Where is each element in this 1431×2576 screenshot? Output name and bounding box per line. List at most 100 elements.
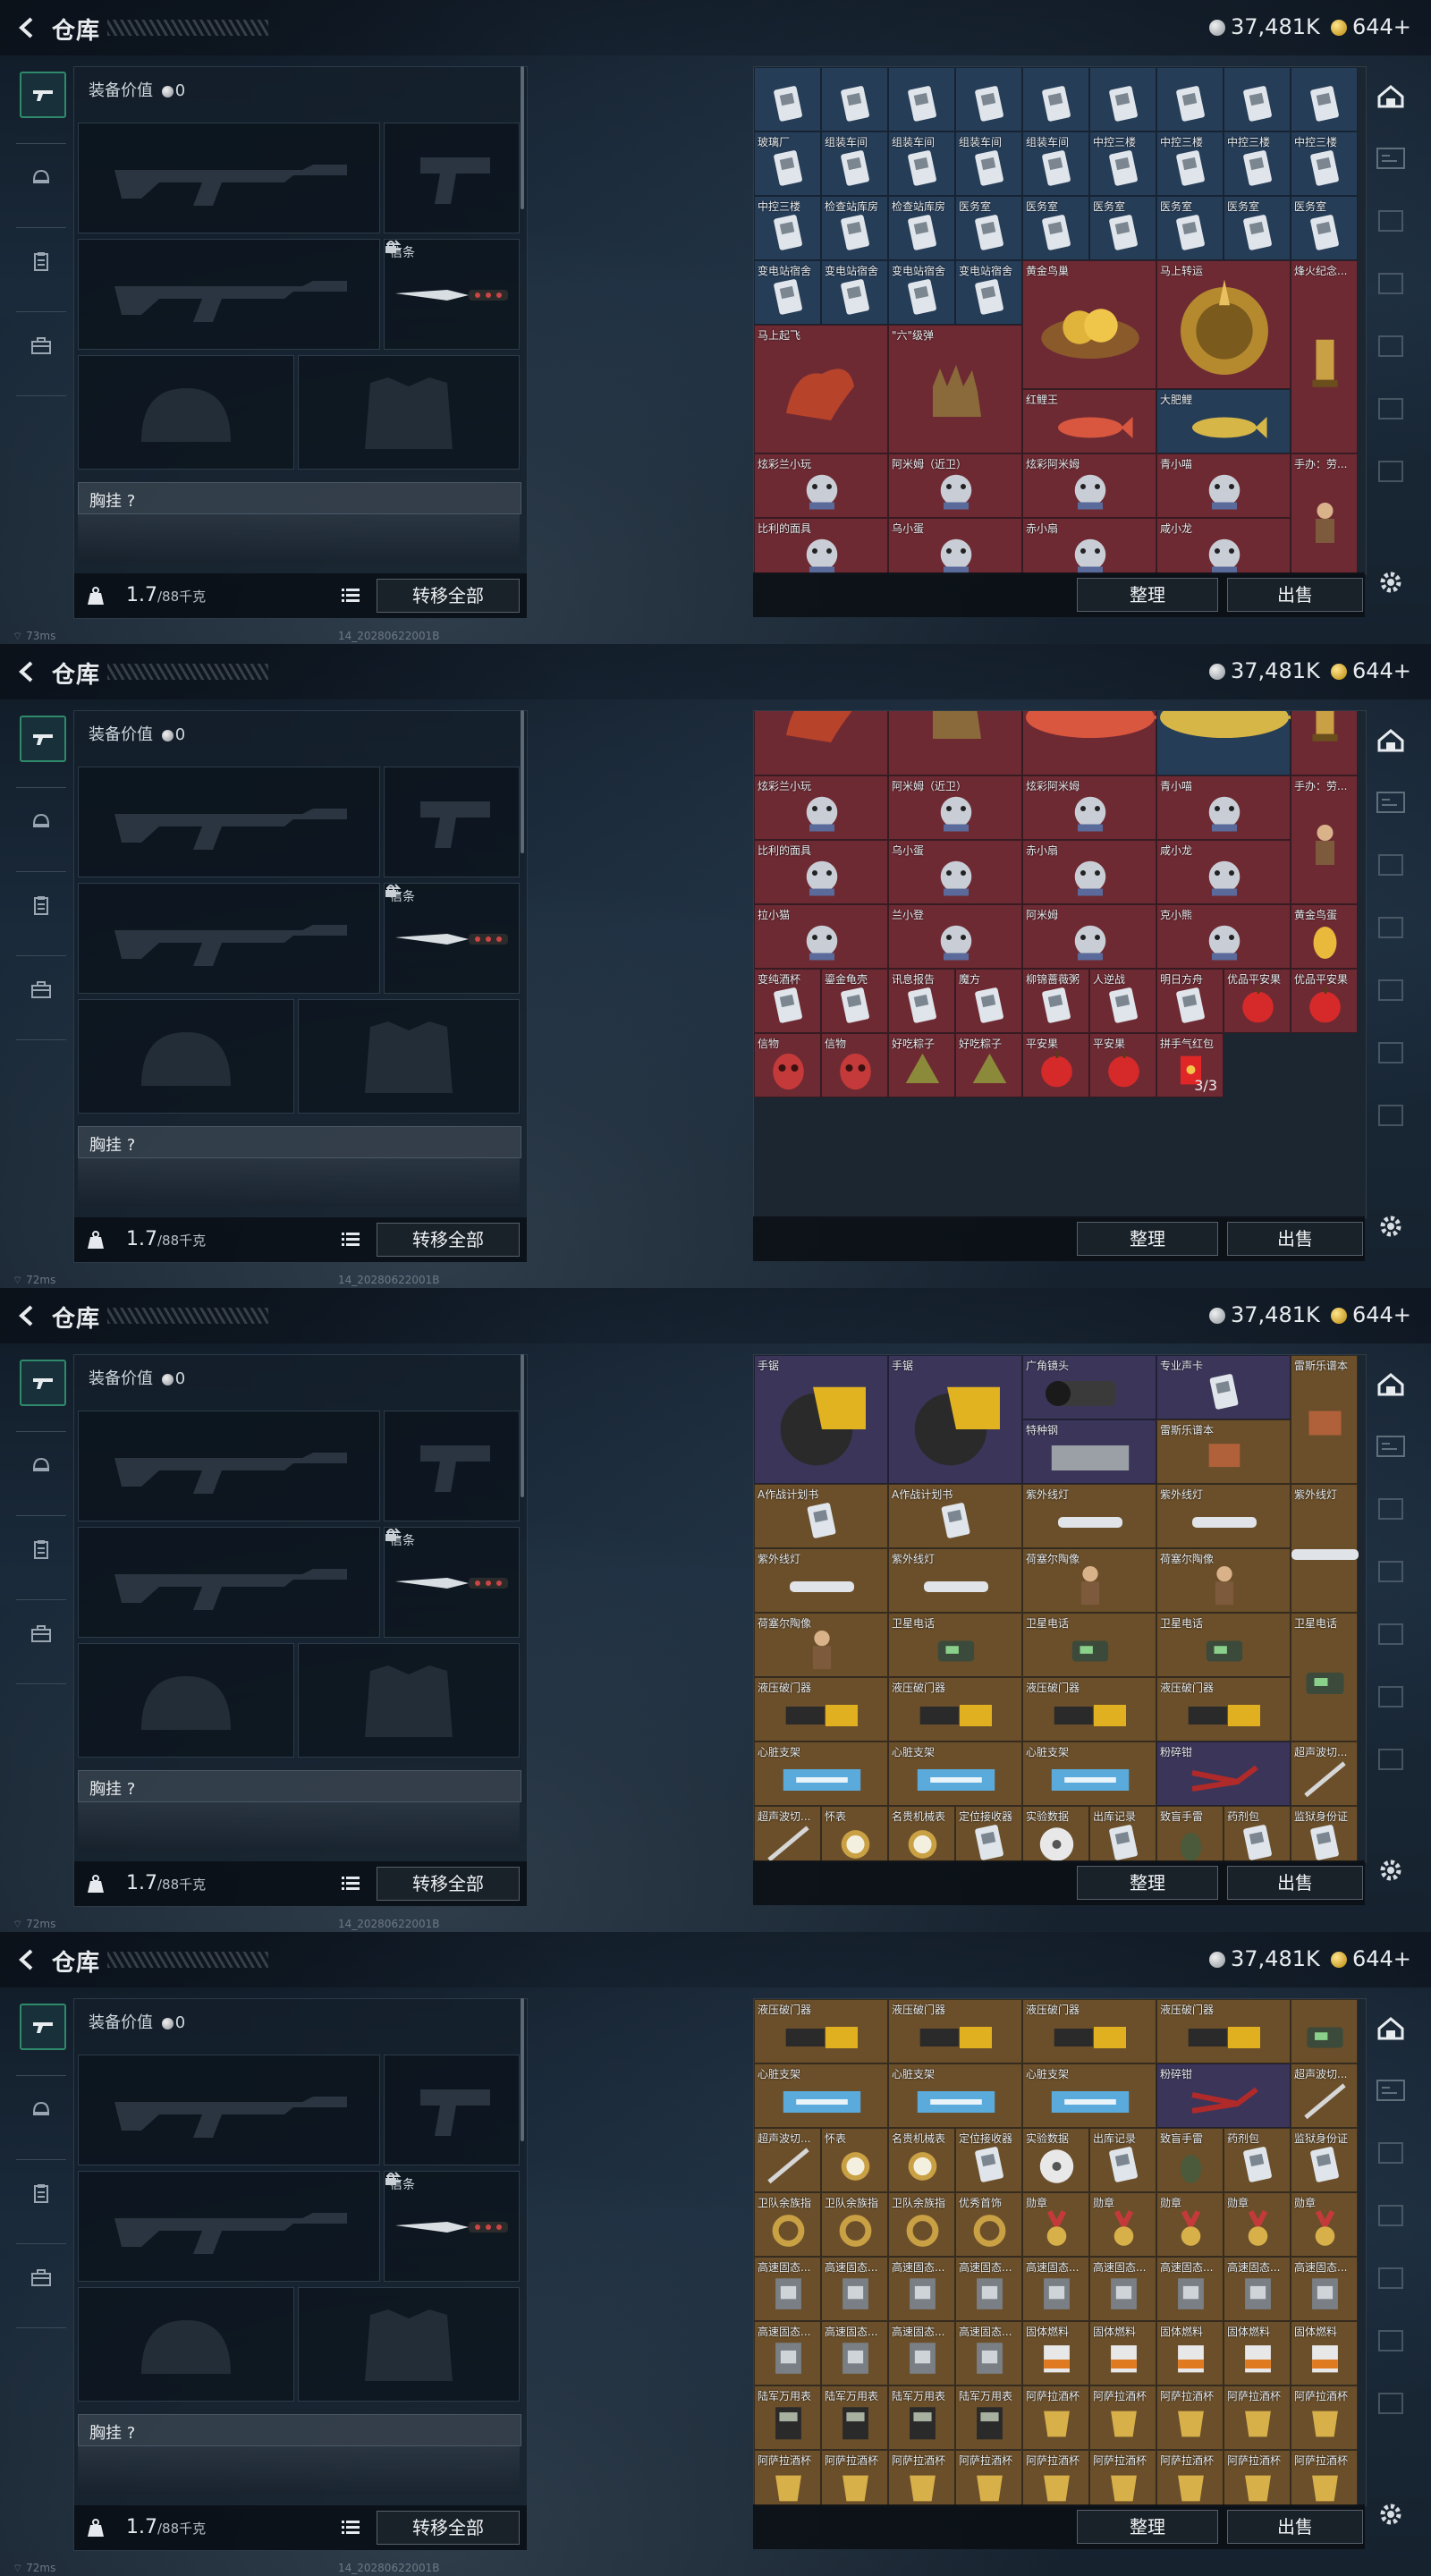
stash-item[interactable]: 讯息报告 bbox=[888, 969, 955, 1033]
stash-item[interactable]: 超声波切... bbox=[754, 1806, 821, 1861]
stash-item[interactable]: 青小喵 bbox=[1156, 775, 1291, 840]
stash-item[interactable]: 勋章 bbox=[1291, 2192, 1358, 2257]
stash-tab-4[interactable] bbox=[1370, 970, 1411, 1011]
stash-item[interactable]: 高速固态... bbox=[955, 2321, 1022, 2385]
stash-item[interactable]: 阿萨拉酒杯 bbox=[1291, 2385, 1358, 2450]
nav-loadout[interactable] bbox=[20, 72, 66, 118]
stash-item[interactable]: 固体燃料 bbox=[1224, 2321, 1291, 2385]
premium-balance[interactable]: 644+ bbox=[1331, 1946, 1411, 1971]
stash-item[interactable]: 勋章 bbox=[1089, 2192, 1156, 2257]
stash-tab-main[interactable] bbox=[1370, 719, 1411, 760]
stash-tab-5[interactable] bbox=[1370, 388, 1411, 429]
stash-item[interactable]: 陆军万用表 bbox=[821, 2385, 888, 2450]
stash-item[interactable]: 超声波切... bbox=[1291, 1741, 1358, 1806]
sidearm-slot[interactable] bbox=[384, 123, 520, 233]
secondary-weapon-slot[interactable] bbox=[78, 883, 380, 994]
stash-item[interactable]: 固体燃料 bbox=[1022, 2321, 1089, 2385]
stash-item[interactable] bbox=[754, 67, 821, 131]
stash-item[interactable]: 乌小蛋 bbox=[888, 518, 1022, 573]
stash-item[interactable]: 手锯 bbox=[754, 1355, 888, 1484]
stash-tab-main[interactable] bbox=[1370, 75, 1411, 116]
melee-slot[interactable]: 信条 bbox=[384, 883, 520, 994]
stash-item[interactable] bbox=[1089, 67, 1156, 131]
chest-rig-slots[interactable] bbox=[78, 1158, 520, 1207]
nav-tasks[interactable] bbox=[20, 1528, 63, 1571]
stash-item[interactable]: 卫星电话 bbox=[1022, 1613, 1156, 1677]
stash-item[interactable]: 监狱身份证 bbox=[1291, 1806, 1358, 1861]
stash-item[interactable]: 致盲手雷 bbox=[1156, 2128, 1224, 2192]
gear-icon[interactable] bbox=[1377, 569, 1404, 596]
secondary-weapon-slot[interactable] bbox=[78, 1527, 380, 1638]
stash-tab-3[interactable] bbox=[1370, 1551, 1411, 1592]
stash-item[interactable]: 高速固态... bbox=[821, 2257, 888, 2321]
stash-item[interactable]: 组装车间 bbox=[821, 131, 888, 196]
nav-briefcase[interactable] bbox=[20, 2256, 63, 2299]
stash-item[interactable]: 实验数据 bbox=[1022, 2128, 1089, 2192]
chevron-left-icon[interactable] bbox=[16, 16, 39, 39]
stash-item[interactable]: 阿萨拉酒杯 bbox=[888, 2450, 955, 2505]
stash-item[interactable]: 红鲤王 bbox=[1022, 389, 1156, 453]
stash-item[interactable]: 比利的面具 bbox=[754, 840, 888, 904]
sort-button[interactable]: 整理 bbox=[1077, 2510, 1218, 2544]
stash-item[interactable]: 变电站宿舍 bbox=[888, 260, 955, 325]
stash-tab-3[interactable] bbox=[1370, 907, 1411, 948]
stash-item[interactable]: 陆军万用表 bbox=[955, 2385, 1022, 2450]
stash-item[interactable]: 中控三楼 bbox=[1089, 131, 1156, 196]
stash-item[interactable] bbox=[1022, 67, 1089, 131]
stash-item[interactable]: 卫队余族指 bbox=[754, 2192, 821, 2257]
stash-item[interactable]: 液压破门器 bbox=[1022, 1677, 1156, 1741]
stash-item[interactable]: 马上转运 bbox=[1156, 260, 1291, 389]
premium-balance[interactable]: 644+ bbox=[1331, 1302, 1411, 1327]
list-icon[interactable] bbox=[341, 586, 360, 604]
sort-button[interactable]: 整理 bbox=[1077, 1222, 1218, 1256]
stash-item[interactable]: 信物 bbox=[821, 1033, 888, 1097]
stash-item[interactable]: 高速固态... bbox=[754, 2321, 821, 2385]
stash-item[interactable]: 人逆战 bbox=[1089, 969, 1156, 1033]
stash-item[interactable]: 高速固态... bbox=[1156, 2257, 1224, 2321]
melee-slot[interactable]: 信条 bbox=[384, 1527, 520, 1638]
stash-item[interactable]: 高速固态... bbox=[754, 2257, 821, 2321]
stash-item[interactable]: 玻璃厂 bbox=[754, 131, 821, 196]
stash-item[interactable]: 信物 bbox=[754, 1033, 821, 1097]
stash-item[interactable]: 特种钢 bbox=[1022, 1419, 1156, 1484]
stash-tab-3[interactable] bbox=[1370, 2195, 1411, 2236]
equipment-scrollbar[interactable] bbox=[521, 710, 524, 853]
primary-weapon-slot[interactable] bbox=[78, 123, 380, 233]
stash-item[interactable]: 实验数据 bbox=[1022, 1806, 1089, 1861]
stash-grid[interactable]: 玻璃厂 组装车间 组装车间 组装车间 组装车间 中控三楼 中控三楼 中控三楼 中控三楼 中控三楼检… bbox=[753, 66, 1367, 574]
stash-item[interactable]: 勋章 bbox=[1022, 2192, 1089, 2257]
stash-item[interactable]: 固体燃料 bbox=[1156, 2321, 1224, 2385]
stash-grid[interactable]: 手锯 手锯 广角镜头 专业声卡 雷斯乐谱本 特种钢 雷斯乐谱本 A作战计划书 A作战计划书 紫外线… bbox=[753, 1354, 1367, 1862]
stash-item[interactable]: 心脏支架 bbox=[754, 1741, 888, 1806]
stash-item[interactable]: 超声波切... bbox=[754, 2128, 821, 2192]
stash-item[interactable]: 组装车间 bbox=[888, 131, 955, 196]
stash-item[interactable]: A作战计划书 bbox=[888, 1484, 1022, 1548]
stash-item[interactable]: 鎏金龟壳 bbox=[821, 969, 888, 1033]
nav-loadout[interactable] bbox=[20, 1360, 66, 1406]
stash-item[interactable]: 医务室 bbox=[955, 196, 1022, 260]
stash-item[interactable]: 手锯 bbox=[888, 1355, 1022, 1484]
stash-item[interactable]: 好吃粽子 bbox=[955, 1033, 1022, 1097]
stash-item[interactable]: 高速固态... bbox=[955, 2257, 1022, 2321]
stash-tab-2[interactable] bbox=[1370, 1488, 1411, 1530]
transfer-all-button[interactable]: 转移全部 bbox=[377, 1867, 520, 1901]
stash-tab-gti[interactable] bbox=[1370, 2070, 1411, 2111]
stash-item[interactable]: 黄金鸟蛋 bbox=[1291, 904, 1358, 969]
gear-icon[interactable] bbox=[1377, 1857, 1404, 1884]
stash-item[interactable]: 阿米姆 bbox=[1022, 904, 1156, 969]
stash-item[interactable]: 心脏支架 bbox=[888, 1741, 1022, 1806]
stash-item[interactable]: 阿萨拉酒杯 bbox=[1156, 2385, 1224, 2450]
chest-rig-header[interactable]: 胸挂 ? bbox=[78, 1126, 521, 1158]
stash-tab-6[interactable] bbox=[1370, 2383, 1411, 2424]
sidearm-slot[interactable] bbox=[384, 2055, 520, 2165]
stash-item[interactable]: 炫彩阿米姆 bbox=[1022, 453, 1156, 518]
stash-item[interactable]: 监狱身份证 bbox=[1291, 2128, 1358, 2192]
stash-item[interactable]: 组装车间 bbox=[955, 131, 1022, 196]
stash-tab-2[interactable] bbox=[1370, 2132, 1411, 2174]
stash-tab-6[interactable] bbox=[1370, 1739, 1411, 1780]
stash-item[interactable]: 拉小猫 bbox=[754, 904, 888, 969]
stash-item[interactable]: 明日方舟 bbox=[1156, 969, 1224, 1033]
stash-item[interactable] bbox=[1224, 67, 1291, 131]
chest-rig-slots[interactable] bbox=[78, 2446, 520, 2495]
stash-item[interactable]: 烽火纪念... bbox=[1291, 260, 1358, 453]
